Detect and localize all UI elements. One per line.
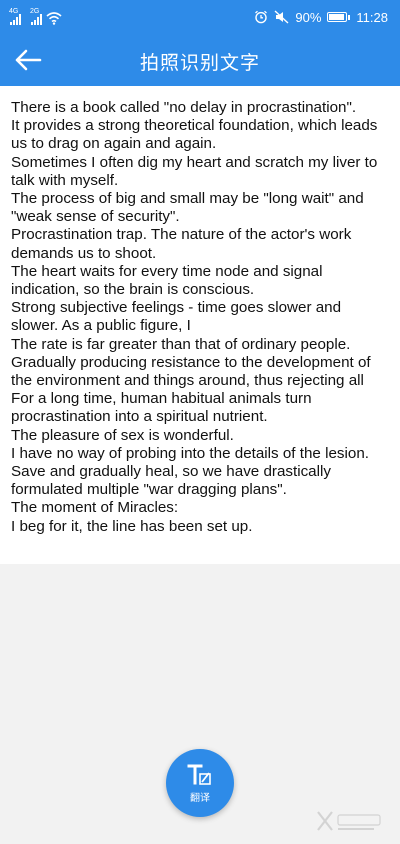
ocr-line: For a long time, human habitual animals …	[11, 390, 312, 426]
translate-icon	[187, 764, 211, 785]
ocr-line: The moment of Miracles:	[11, 499, 179, 517]
ocr-line: There is a book called "no delay in proc…	[11, 99, 357, 116]
ocr-line: Sometimes I often dig my heart and scrat…	[11, 153, 378, 189]
status-time: 11:28	[356, 9, 388, 25]
alarm-icon	[255, 10, 268, 24]
ocr-line: The pleasure of sex is wonderful.	[11, 426, 234, 444]
ocr-line: Procrastination trap. The nature of the …	[11, 226, 352, 262]
ocr-line: Strong subjective feelings - time goes s…	[11, 299, 342, 335]
ocr-line: Gradually producing resistance to the de…	[11, 353, 371, 390]
status-bar: 4G 2G 90% 11:28	[0, 0, 400, 34]
ocr-line: I beg for it, the line has been set up.	[11, 517, 253, 535]
ocr-result-text[interactable]: There is a book called "no delay in proc…	[11, 99, 390, 536]
mute-icon	[274, 10, 289, 24]
signal-2-icon: 2G	[30, 8, 42, 25]
battery-icon	[327, 12, 351, 22]
wifi-icon	[46, 12, 62, 25]
ocr-line: The rate is far greater than that of ord…	[11, 335, 351, 353]
ocr-result-panel: There is a book called "no delay in proc…	[0, 86, 400, 564]
status-left: 4G 2G	[9, 8, 62, 25]
page-title: 拍照识别文字	[139, 53, 260, 74]
signal-2-tag: 2G	[30, 8, 40, 15]
translate-button[interactable]: 翻译	[166, 749, 234, 817]
ocr-line: It provides a strong theoretical foundat…	[11, 117, 378, 153]
signal-1-icon: 4G	[9, 8, 21, 25]
status-right: 90% 11:28	[254, 8, 388, 26]
screen: 4G 2G 90% 11:28 拍照识别文字 There is a book c…	[0, 0, 400, 844]
ocr-line: The process of big and small may be "lon…	[11, 190, 364, 226]
watermark-logo-icon	[317, 811, 381, 831]
translate-button-label: 翻译	[190, 792, 210, 804]
ocr-line: I have no way of probing into the detail…	[11, 444, 369, 462]
ocr-line: Save and gradually heal, so we have dras…	[11, 463, 331, 499]
title-bar: 拍照识别文字	[0, 34, 400, 86]
battery-percent: 90%	[295, 9, 322, 25]
signal-1-tag: 4G	[9, 8, 19, 15]
ocr-line: The heart waits for every time node and …	[11, 262, 323, 299]
